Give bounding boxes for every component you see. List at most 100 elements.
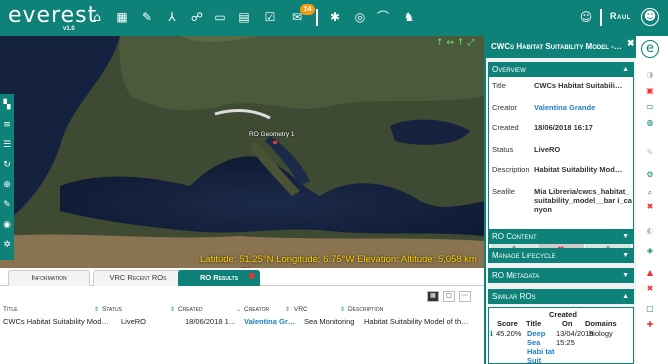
- dashboard-icon[interactable]: ▦: [114, 9, 130, 25]
- map-viewer[interactable]: ↑ ↔ ↑ ⤢ RO Geometry 1 Latitude: 51.25°N …: [0, 36, 485, 268]
- info-icon[interactable]: ℹ: [490, 329, 493, 338]
- sim-col-created: Created: [549, 310, 577, 319]
- ro-geometry-marker[interactable]: [273, 141, 277, 144]
- section-similar-ros[interactable]: Similar ROs ▲: [488, 289, 634, 304]
- col-title[interactable]: Title: [3, 306, 18, 313]
- ro-detail-panel: CWCs Habitat Suitability Model -… ✖ Over…: [484, 36, 636, 364]
- kv-seafile-key: Seafile: [492, 187, 515, 196]
- map-icon[interactable]: ▚: [0, 98, 14, 112]
- kv-title-key: Title: [492, 81, 506, 90]
- warning-icon[interactable]: ▲: [642, 266, 658, 280]
- chevron-down-icon: ▼: [622, 252, 629, 259]
- row-created: 18/06/2018 1…: [185, 317, 237, 326]
- history-icon[interactable]: ↻: [0, 158, 14, 172]
- chevron-up-icon: ▲: [622, 293, 629, 300]
- sort-desc-icon[interactable]: ⌄: [236, 306, 241, 313]
- globe-icon[interactable]: ◉: [0, 218, 14, 232]
- map-navigation-controls[interactable]: ↑ ↔ ↑ ⤢: [436, 38, 474, 48]
- section-label: Similar ROs: [492, 292, 536, 301]
- section-ro-content[interactable]: RO Content ▼: [488, 229, 634, 244]
- panel-title: CWCs Habitat Suitability Model -…: [486, 36, 636, 58]
- col-created[interactable]: Created: [178, 306, 203, 313]
- col-vrc[interactable]: VRC: [294, 306, 308, 313]
- delete-icon[interactable]: ✖: [642, 200, 658, 214]
- sim-row-on: 13/04/2018 15:25: [556, 329, 594, 347]
- draw-icon[interactable]: ✎: [0, 198, 14, 212]
- sim-col-score: Score: [497, 319, 518, 328]
- sim-row-title-link[interactable]: Deep Sea Habi tat Suit: [527, 329, 555, 363]
- kv-description-key: Description: [492, 165, 530, 174]
- row-vrc: Sea Monitoring: [304, 317, 355, 326]
- sim-col-on: On: [562, 319, 573, 328]
- target-icon[interactable]: ◎: [352, 9, 368, 25]
- tool-icon[interactable]: ◐: [642, 224, 658, 238]
- workflow-icon[interactable]: ⅄: [164, 9, 180, 25]
- puzzle-icon[interactable]: ✱: [327, 9, 343, 25]
- user-name[interactable]: Raul: [610, 11, 631, 21]
- delete-icon[interactable]: ✖: [642, 282, 658, 296]
- tab-information[interactable]: Information: [8, 270, 90, 286]
- gear-icon[interactable]: ⚙: [642, 168, 658, 182]
- section-overview[interactable]: Overview ▲: [488, 62, 634, 77]
- row-status: LiveRO: [121, 317, 147, 326]
- tool-icon[interactable]: ◑: [642, 68, 658, 82]
- sort-icon[interactable]: ⇕: [340, 306, 345, 313]
- sort-icon[interactable]: ⇕: [94, 306, 99, 313]
- section-label: RO Metadata: [492, 271, 540, 280]
- database-icon[interactable]: ◍: [642, 116, 658, 130]
- community-icon[interactable]: ☍: [189, 9, 205, 25]
- sim-row-score: 45.20%: [496, 329, 522, 338]
- animal-icon[interactable]: ♞: [401, 9, 417, 25]
- zoom-icon[interactable]: ⊕: [0, 178, 14, 192]
- message-icon[interactable]: ▢: [642, 302, 658, 316]
- row-description: Habitat Suitability Model of th…: [364, 317, 469, 326]
- list-view-icon[interactable]: ▢: [443, 291, 455, 302]
- map-side-toolbar: ▚ ≡ ☰ ↻ ⊕ ✎ ◉ ✲: [0, 94, 14, 260]
- chevron-down-icon: ▼: [622, 272, 629, 279]
- ro-geometry-label: RO Geometry 1: [249, 131, 295, 138]
- sort-icon[interactable]: ⇕: [170, 306, 175, 313]
- sim-col-title: Title: [526, 319, 542, 328]
- kv-creator-link[interactable]: Valentina Grande: [534, 103, 632, 112]
- top-navigation-bar: everest v1.0 ⌂ ▦ ✎ ⅄ ☍ ▭ ▤ ☑ ✉ 14 ✱ ◎ ⌒ …: [0, 0, 668, 36]
- grid-view-icon[interactable]: ▦: [427, 291, 439, 302]
- section-manage-lifecycle[interactable]: Manage Lifecycle ▼: [488, 248, 634, 263]
- row-title[interactable]: CWCs Habitat Suitability Mod…: [3, 317, 121, 326]
- warning-icon[interactable]: ✚: [642, 318, 658, 332]
- similar-ros-table: Created Score Title On Domains ℹ 45.20% …: [488, 307, 634, 364]
- table-row[interactable]: CWCs Habitat Suitability Mod… LiveRO 18/…: [0, 317, 485, 327]
- tools-icon[interactable]: ✎: [139, 9, 155, 25]
- col-status[interactable]: Status: [102, 306, 122, 313]
- more-options-icon[interactable]: ⋯: [459, 291, 471, 302]
- calendar-icon[interactable]: ▤: [236, 9, 252, 25]
- tool-icon[interactable]: ✎: [642, 146, 658, 160]
- everest-logo[interactable]: everest: [8, 3, 97, 29]
- tab-vrc-recent-ros[interactable]: VRC Recent ROs: [93, 270, 183, 286]
- close-tab-icon[interactable]: ✖: [248, 271, 256, 282]
- checklist-icon[interactable]: ☑: [262, 9, 278, 25]
- chevron-up-icon: ▲: [622, 66, 629, 73]
- user-avatar-icon[interactable]: ☻: [641, 8, 659, 26]
- sort-icon[interactable]: ⇕: [285, 306, 290, 313]
- folder-icon[interactable]: ▭: [642, 100, 658, 114]
- close-panel-icon[interactable]: ✖: [627, 38, 635, 49]
- col-description[interactable]: Description: [348, 306, 383, 313]
- version-label: v1.0: [63, 26, 75, 32]
- layers-icon[interactable]: ≡: [0, 118, 14, 132]
- row-creator-link[interactable]: Valentina Gr…: [244, 317, 302, 326]
- settings-icon[interactable]: ✲: [0, 238, 14, 252]
- layers-icon[interactable]: ◈: [642, 244, 658, 258]
- education-icon[interactable]: ⌒: [375, 9, 391, 25]
- alert-icon[interactable]: ▣: [642, 84, 658, 98]
- everest-e-icon[interactable]: e: [641, 40, 659, 58]
- kv-status-value: LiveRO: [534, 145, 561, 154]
- home-icon[interactable]: ⌂: [89, 9, 105, 25]
- chat-icon[interactable]: ▭: [212, 9, 228, 25]
- col-creator[interactable]: Creator: [244, 306, 269, 313]
- sim-row-domain: biology: [589, 329, 613, 338]
- account-icon[interactable]: ☺: [578, 9, 594, 25]
- search-icon[interactable]: ⌕: [642, 186, 658, 200]
- list-icon[interactable]: ☰: [0, 138, 14, 152]
- sim-col-domains: Domains: [585, 319, 617, 328]
- section-ro-metadata[interactable]: RO Metadata ▼: [488, 268, 634, 283]
